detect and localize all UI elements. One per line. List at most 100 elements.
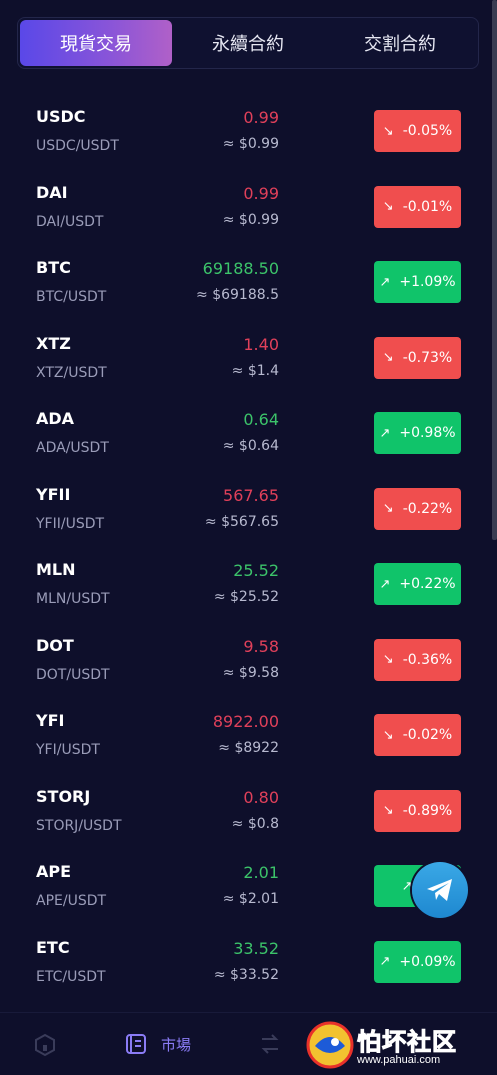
- market-row-usdc[interactable]: USDC USDC/USDT 0.99 ≈ $0.99 ↘ -0.05%: [0, 93, 491, 169]
- trend-down-icon: ↘: [382, 199, 394, 214]
- market-approx-usd: ≈ $25.52: [213, 589, 279, 605]
- market-row-storj[interactable]: STORJ STORJ/USDT 0.80 ≈ $0.8 ↘ -0.89%: [0, 773, 491, 849]
- market-pair: DAI/USDT: [36, 213, 104, 230]
- market-symbol: YFI: [36, 711, 65, 730]
- market-approx-usd: ≈ $1.4: [231, 362, 279, 379]
- market-pair: USDC/USDT: [36, 138, 119, 154]
- home-icon: [35, 1033, 55, 1057]
- nav-market-label: 市場: [161, 1035, 192, 1054]
- change-percent: -0.01%: [402, 198, 453, 215]
- trend-up-icon: ↗: [379, 954, 391, 969]
- trend-up-icon: ↗: [401, 878, 413, 894]
- trend-up-icon: ↗: [379, 425, 391, 441]
- nav-trade[interactable]: [258, 1033, 282, 1055]
- watermark-logo: 怕坏社区 www.pahuai.com: [305, 1018, 495, 1074]
- market-pair: STORJ/USDT: [36, 817, 122, 834]
- market-price: 0.64: [243, 410, 279, 429]
- watermark-emblem-icon: [306, 1021, 354, 1069]
- market-approx-usd: ≈ $69188.5: [196, 287, 279, 303]
- market-symbol: APE: [36, 862, 72, 881]
- market-approx-usd: ≈ $0.99: [222, 211, 279, 228]
- change-badge[interactable]: ↘ -0.22%: [374, 487, 461, 530]
- market-row-xtz[interactable]: XTZ XTZ/USDT 1.40 ≈ $1.4 ↘ -0.73%: [0, 320, 491, 396]
- market-price: 25.52: [233, 561, 279, 580]
- market-row-btc[interactable]: BTC BTC/USDT 69188.50 ≈ $69188.5 ↗ +1.09%: [0, 244, 491, 320]
- market-pair: MLN/USDT: [36, 591, 110, 607]
- trend-down-icon: ↘: [382, 501, 394, 516]
- market-pair: YFI/USDT: [36, 742, 100, 758]
- market-price: 9.58: [243, 636, 279, 656]
- market-pair: ADA/USDT: [36, 440, 109, 456]
- market-row-mln[interactable]: MLN MLN/USDT 25.52 ≈ $25.52 ↗ +0.22%: [0, 546, 491, 622]
- tab-spot[interactable]: 現貨交易: [20, 20, 172, 66]
- watermark-url: www.pahuai.com: [357, 1054, 441, 1066]
- trend-up-icon: ↗: [379, 274, 391, 290]
- change-percent: -0.02%: [402, 727, 453, 743]
- market-row-etc[interactable]: ETC ETC/USDT 33.52 ≈ $33.52 ↗ +0.09%: [0, 924, 491, 1000]
- market-approx-usd: ≈ $8922: [218, 740, 279, 756]
- watermark-text: 怕坏社区: [357, 1027, 457, 1057]
- tab-perpetual[interactable]: 永續合約: [172, 20, 324, 66]
- market-price: 2.01: [243, 863, 279, 882]
- market-price: 1.40: [243, 334, 279, 354]
- change-percent: -0.89%: [402, 802, 453, 819]
- change-badge[interactable]: ↗ +0.22%: [374, 563, 461, 605]
- market-row-dai[interactable]: DAI DAI/USDT 0.99 ≈ $0.99 ↘ -0.01%: [0, 169, 491, 245]
- trend-up-icon: ↗: [379, 576, 391, 592]
- market-approx-usd: ≈ $2.01: [222, 891, 279, 907]
- change-badge[interactable]: ↗ +0.98%: [374, 412, 461, 454]
- change-percent: +0.98%: [399, 425, 456, 441]
- market-price: 0.99: [243, 183, 279, 203]
- trend-down-icon: ↘: [382, 350, 394, 365]
- change-badge[interactable]: ↘ -0.89%: [374, 789, 461, 832]
- market-symbol: USDC: [36, 107, 86, 126]
- change-badge[interactable]: ↘ -0.73%: [374, 336, 461, 379]
- market-tabs: 現貨交易 永續合約 交割合約: [17, 17, 479, 69]
- market-symbol: YFII: [36, 484, 71, 504]
- change-badge[interactable]: ↘ -0.02%: [374, 714, 461, 756]
- market-row-yfii[interactable]: YFII YFII/USDT 567.65 ≈ $567.65 ↘ -0.22%: [0, 471, 491, 547]
- nav-market[interactable]: 市場: [125, 1033, 191, 1055]
- market-approx-usd: ≈ $0.99: [222, 136, 279, 152]
- market-price: 567.65: [223, 485, 279, 505]
- market-row-yfi[interactable]: YFI YFI/USDT 8922.00 ≈ $8922 ↘ -0.02%: [0, 697, 491, 773]
- market-list: USDC USDC/USDT 0.99 ≈ $0.99 ↘ -0.05% DAI DAI/US…: [0, 93, 491, 999]
- market-pair: DOT/USDT: [36, 666, 110, 683]
- market-symbol: STORJ: [36, 786, 91, 806]
- scrollbar[interactable]: [492, 0, 497, 540]
- market-row-ada[interactable]: ADA ADA/USDT 0.64 ≈ $0.64 ↗ +0.98%: [0, 395, 491, 471]
- change-badge[interactable]: ↗ +0.09%: [374, 940, 461, 983]
- change-percent: +1.09%: [399, 274, 456, 290]
- market-approx-usd: ≈ $0.64: [222, 438, 279, 454]
- trend-down-icon: ↘: [382, 803, 394, 818]
- change-badge[interactable]: ↘ -0.01%: [374, 185, 461, 228]
- market-symbol: BTC: [36, 258, 71, 277]
- change-percent: +0.22%: [399, 576, 456, 592]
- market-approx-usd: ≈ $567.65: [204, 513, 279, 530]
- market-symbol: XTZ: [36, 333, 71, 353]
- market-symbol: MLN: [36, 560, 76, 579]
- market-approx-usd: ≈ $9.58: [222, 664, 279, 681]
- market-row-dot[interactable]: DOT DOT/USDT 9.58 ≈ $9.58 ↘ -0.36%: [0, 622, 491, 698]
- market-price: 69188.50: [202, 259, 279, 278]
- trend-down-icon: ↘: [382, 652, 394, 667]
- market-price: 8922.00: [212, 712, 279, 731]
- trend-down-icon: ↘: [382, 727, 394, 743]
- change-badge[interactable]: ↗ +1.09%: [374, 261, 461, 303]
- tab-delivery[interactable]: 交割合約: [324, 20, 476, 66]
- nav-home[interactable]: [33, 1033, 57, 1057]
- trend-down-icon: ↘: [382, 123, 394, 139]
- change-badge[interactable]: ↘ -0.05%: [374, 110, 461, 152]
- market-symbol: ETC: [36, 937, 70, 957]
- market-symbol: DOT: [36, 635, 74, 655]
- market-symbol: DAI: [36, 182, 68, 202]
- telegram-icon: [427, 879, 452, 901]
- change-badge[interactable]: ↘ -0.36%: [374, 638, 461, 681]
- telegram-button[interactable]: [412, 862, 468, 918]
- market-pair: ETC/USDT: [36, 968, 106, 985]
- market-approx-usd: ≈ $0.8: [231, 815, 279, 832]
- market-price: 33.52: [233, 938, 279, 958]
- market-pair: YFII/USDT: [36, 515, 105, 532]
- market-approx-usd: ≈ $33.52: [213, 966, 279, 983]
- change-percent: +0.09%: [399, 953, 456, 970]
